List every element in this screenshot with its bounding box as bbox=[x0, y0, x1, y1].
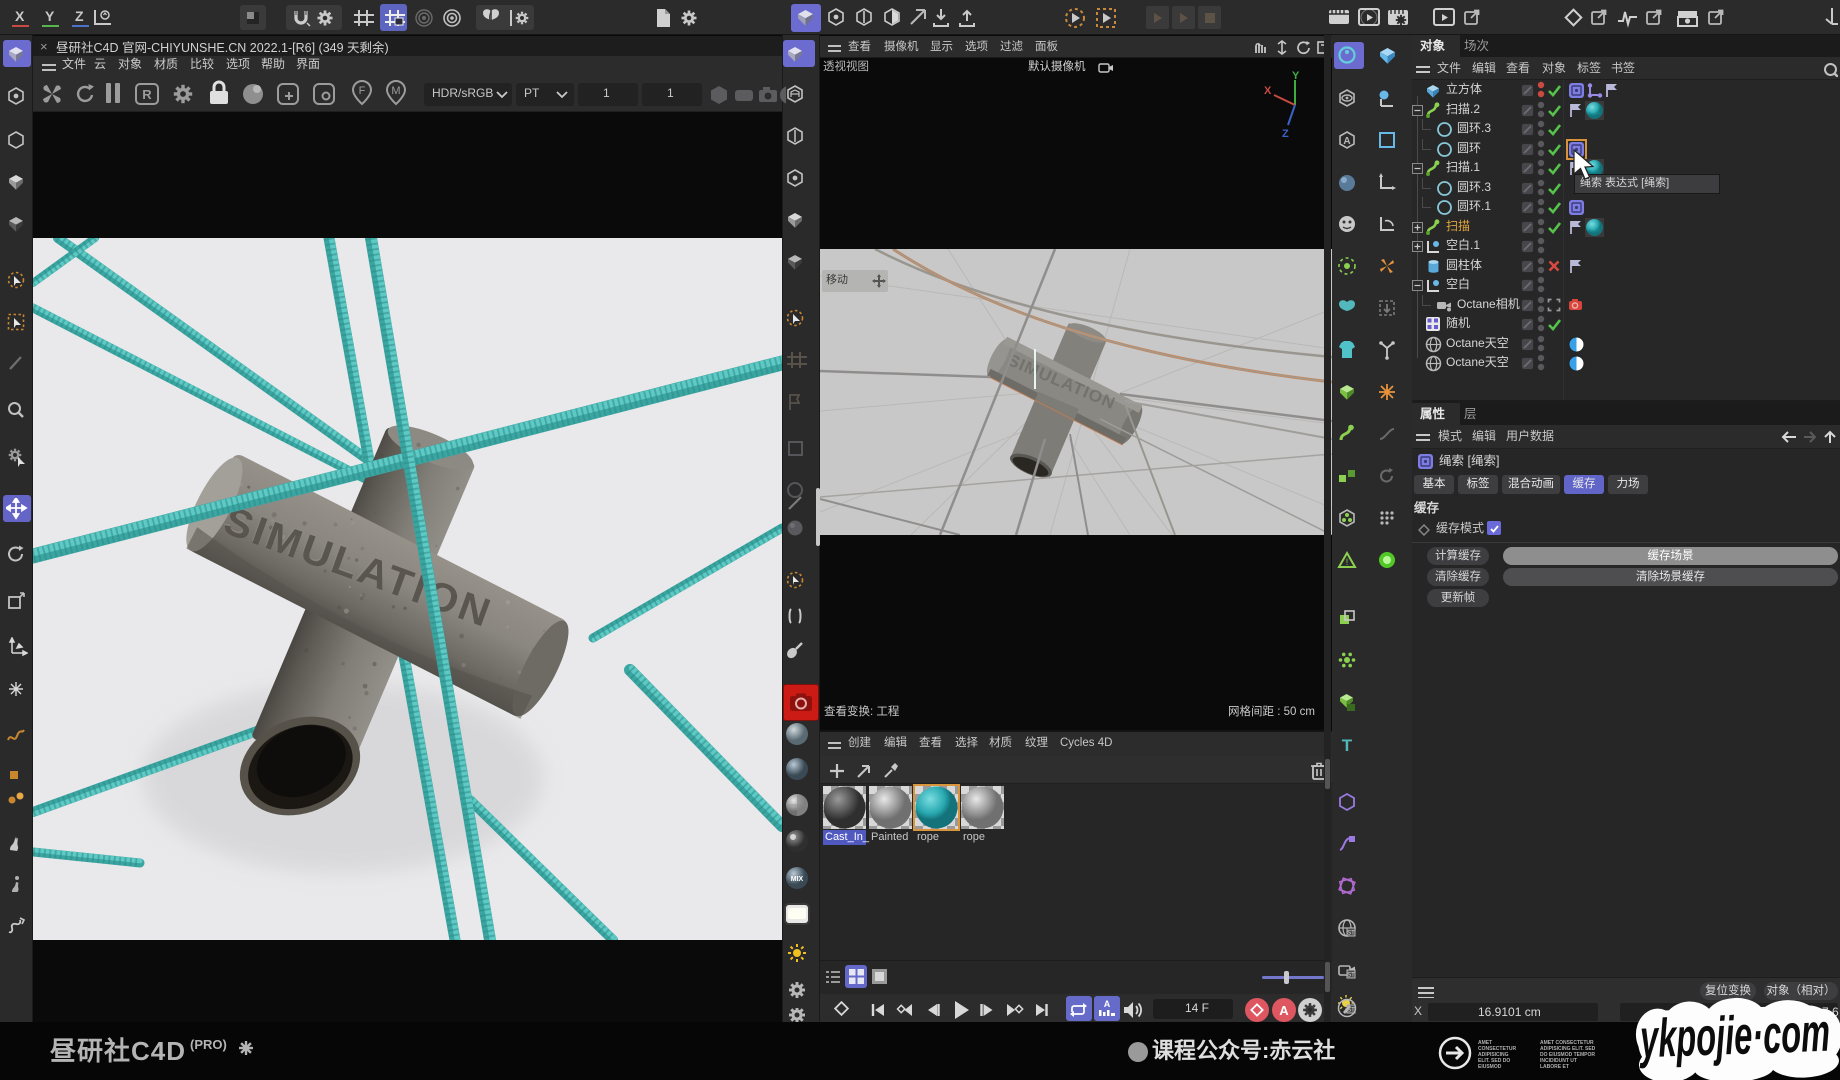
svg-text:A: A bbox=[1279, 1003, 1289, 1018]
svg-text:MIX: MIX bbox=[791, 876, 804, 883]
svg-text:Z: Z bbox=[1282, 128, 1289, 140]
svg-text:ST: ST bbox=[1347, 973, 1355, 979]
svg-text:Y: Y bbox=[1292, 70, 1300, 82]
svg-text:!: ! bbox=[1346, 557, 1349, 567]
svg-text:R: R bbox=[142, 87, 152, 102]
svg-text:A: A bbox=[1104, 999, 1111, 1009]
svg-text:A: A bbox=[1343, 136, 1350, 147]
svg-text:ykpojie·com: ykpojie·com bbox=[1637, 1003, 1831, 1070]
svg-text:ST: ST bbox=[1347, 931, 1355, 937]
svg-text:X: X bbox=[1264, 85, 1272, 97]
svg-text:T: T bbox=[1342, 736, 1353, 755]
svg-text:M: M bbox=[391, 85, 400, 97]
svg-text:F: F bbox=[359, 85, 366, 97]
